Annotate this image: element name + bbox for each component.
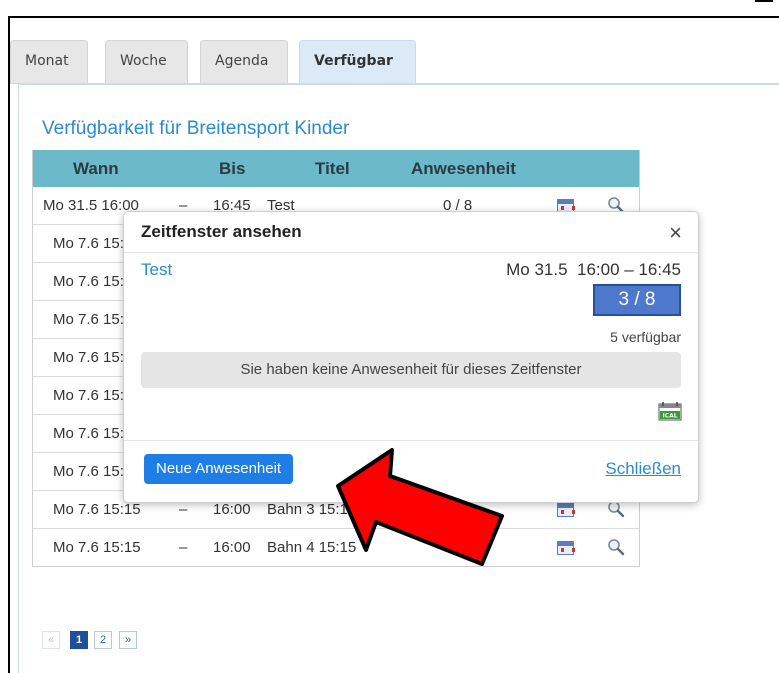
tab-agenda[interactable]: Agenda xyxy=(200,40,288,83)
cell-wann: Mo 7.6 15:15 xyxy=(53,539,141,556)
pagination-page-2[interactable]: 2 xyxy=(94,631,112,649)
cell-separator: – xyxy=(179,539,188,556)
event-time: Mo 31.5 16:00 – 16:45 xyxy=(506,260,681,279)
pagination-prev[interactable]: « xyxy=(42,631,60,649)
pagination-page-1[interactable]: 1 xyxy=(70,631,88,649)
tab-verfuegbar[interactable]: Verfügbar xyxy=(299,40,416,83)
close-icon[interactable]: × xyxy=(669,220,682,246)
calendar-icon[interactable] xyxy=(557,541,575,555)
magnifier-icon[interactable] xyxy=(607,538,625,556)
view-tabs: Monat Woche Agenda Verfügbar xyxy=(10,40,779,84)
event-name: Test xyxy=(141,260,173,279)
window-frame-top xyxy=(8,16,779,18)
tab-monat[interactable]: Monat xyxy=(10,40,88,83)
window-corner-mark xyxy=(755,0,773,2)
red-arrow-annotation xyxy=(336,448,504,566)
column-header-bis: Bis xyxy=(219,159,246,178)
availability-title: Verfügbarkeit für Breitensport Kinder xyxy=(42,118,350,139)
no-attendance-notice: Sie haben keine Anwesenheit für dieses Z… xyxy=(141,352,681,388)
table-header: Wann Bis Titel Anwesenheit xyxy=(33,150,639,187)
column-header-wann: Wann xyxy=(73,159,119,178)
pagination-next[interactable]: » xyxy=(119,631,137,649)
attendance-count-badge: 3 / 8 xyxy=(593,284,681,316)
column-header-anwesenheit: Anwesenheit xyxy=(411,159,516,178)
column-header-titel: Titel xyxy=(315,159,350,178)
cell-bis: 16:00 xyxy=(213,539,251,556)
ical-icon-label: ICAL xyxy=(662,413,677,420)
tab-woche[interactable]: Woche xyxy=(105,40,188,83)
new-attendance-button[interactable]: Neue Anwesenheit xyxy=(144,454,294,484)
available-count: 5 verfügbar xyxy=(610,329,681,345)
calendar-icon[interactable] xyxy=(557,503,575,517)
ical-icon[interactable]: ICAL xyxy=(658,401,682,421)
window-frame-left xyxy=(8,16,10,673)
dialog-header: Zeitfenster ansehen × xyxy=(124,212,698,253)
close-link[interactable]: Schließen xyxy=(605,459,681,479)
dialog-title: Zeitfenster ansehen xyxy=(141,222,302,241)
